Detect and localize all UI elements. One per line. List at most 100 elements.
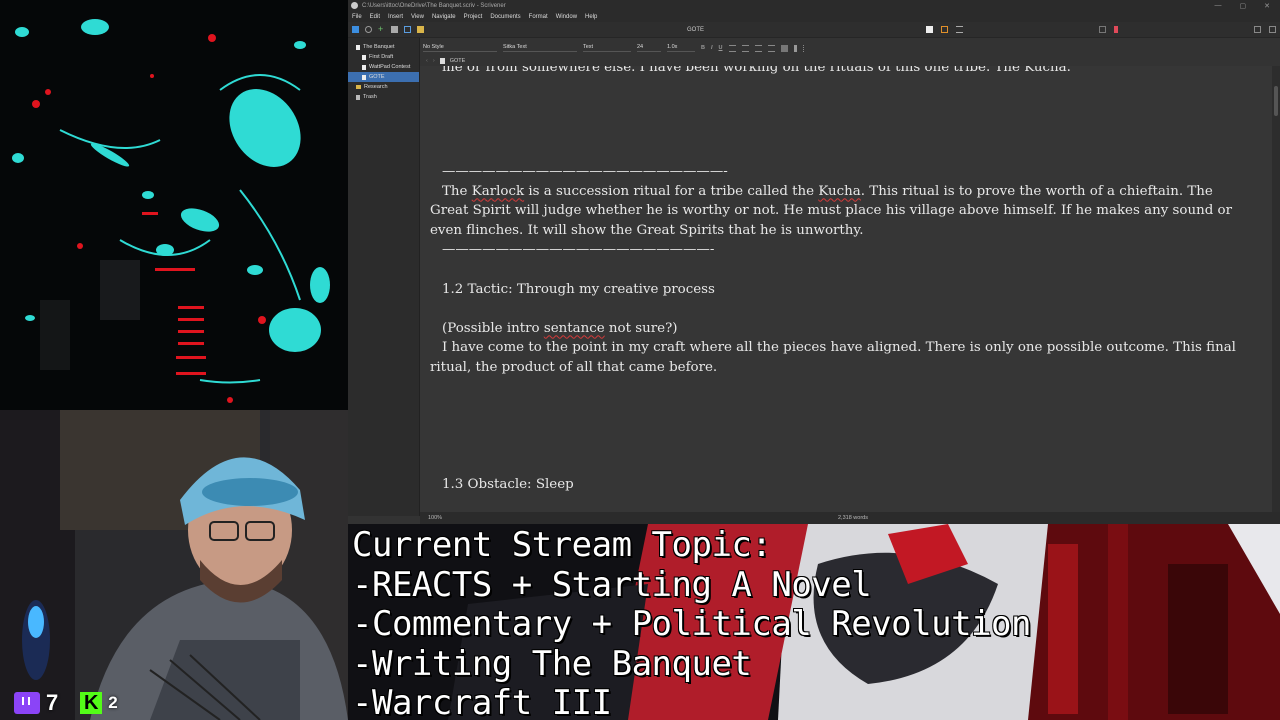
- document-header-title: GOTE: [449, 58, 466, 64]
- window-path-title: C:\Users\ittoc\OneDrive\The Banquet.scri…: [362, 2, 506, 9]
- maximize-button[interactable]: ▢: [1240, 2, 1247, 10]
- forward-arrow-icon[interactable]: ›: [433, 58, 435, 64]
- align-center-icon[interactable]: [741, 44, 749, 52]
- window-controls: — ▢ ✕: [1215, 2, 1280, 10]
- compile-icon[interactable]: [1099, 26, 1106, 33]
- trash-toolbar-icon[interactable]: [391, 26, 398, 33]
- menu-bar: File Edit Insert View Navigate Project D…: [348, 11, 1280, 22]
- menu-window[interactable]: Window: [556, 14, 577, 20]
- menu-edit[interactable]: Edit: [370, 14, 380, 20]
- editor-footer: 100% 2,318 words: [420, 512, 1280, 524]
- divider-line: —————————————————————-: [442, 163, 728, 179]
- close-button[interactable]: ✕: [1264, 2, 1270, 10]
- binder-item-the-banquet[interactable]: The Banquet: [348, 42, 419, 52]
- minimize-button[interactable]: —: [1215, 2, 1222, 10]
- add-icon[interactable]: +: [378, 25, 385, 34]
- document-icon: [362, 64, 366, 70]
- trash-icon: [356, 94, 360, 100]
- title-bar: C:\Users\ittoc\OneDrive\The Banquet.scri…: [348, 0, 1280, 11]
- craft-paragraph: I have come to the point in my craft whe…: [430, 340, 1241, 375]
- align-left-icon[interactable]: [728, 44, 736, 52]
- section-heading-1-3: 1.3 Obstacle: Sleep: [442, 477, 574, 493]
- line-spacing-select[interactable]: 1.0x: [667, 44, 695, 52]
- inspector-toggle-icon[interactable]: [1254, 26, 1261, 33]
- menu-help[interactable]: Help: [585, 14, 597, 20]
- back-arrow-icon[interactable]: ‹: [426, 58, 428, 64]
- scrivenings-view-icon[interactable]: [926, 26, 933, 33]
- align-right-icon[interactable]: [754, 44, 762, 52]
- misspelled-word: sentance: [543, 320, 605, 336]
- binder-toggle-icon[interactable]: [352, 26, 359, 33]
- binder-item-label: First Draft: [369, 54, 394, 60]
- typeface-select[interactable]: Text: [583, 44, 631, 52]
- stream-topic-banner: Current Stream Topic: -REACTS + Starting…: [348, 524, 1280, 720]
- binder-item-first-draft[interactable]: First Draft: [348, 52, 419, 62]
- binder-item-research[interactable]: Research: [348, 82, 419, 92]
- menu-insert[interactable]: Insert: [388, 14, 403, 20]
- snapshot-icon[interactable]: [417, 26, 424, 33]
- stream-art-panel: [0, 0, 348, 410]
- document-icon: [439, 58, 445, 64]
- binder-item-wattpad-contest[interactable]: WattPad Contest: [348, 62, 419, 72]
- menu-documents[interactable]: Documents: [490, 14, 520, 20]
- kick-counter: K 2: [80, 692, 118, 714]
- webcam-feed: [0, 410, 348, 720]
- stream-topic-item: -Writing The Banquet: [352, 643, 752, 684]
- editor-scrollbar[interactable]: [1272, 66, 1280, 512]
- justify-icon[interactable]: [767, 44, 775, 52]
- zoom-level[interactable]: 100%: [428, 515, 442, 521]
- binder-item-label: Research: [364, 84, 388, 90]
- binder-item-label: GOTE: [369, 74, 385, 80]
- scrollbar-thumb[interactable]: [1274, 86, 1278, 116]
- menu-navigate[interactable]: Navigate: [432, 14, 456, 20]
- menu-project[interactable]: Project: [464, 14, 483, 20]
- kick-viewer-count: 2: [108, 693, 118, 712]
- section-heading-1-2: 1.2 Tactic: Through my creative process: [442, 281, 715, 297]
- font-size-select[interactable]: 24: [637, 44, 661, 52]
- intro-note: (Possible intro sentance not sure?): [442, 320, 678, 336]
- bold-button[interactable]: B: [701, 45, 705, 51]
- twitch-viewer-count: 7: [46, 690, 59, 715]
- binder-item-label: WattPad Contest: [369, 64, 411, 70]
- binder-item-trash[interactable]: Trash: [348, 92, 419, 102]
- outliner-view-icon[interactable]: [956, 26, 963, 33]
- misspelled-word: Kucha: [818, 183, 861, 199]
- scrivener-window: C:\Users\ittoc\OneDrive\The Banquet.scri…: [348, 0, 1280, 524]
- menu-view[interactable]: View: [411, 14, 424, 20]
- binder-item-label: The Banquet: [363, 44, 395, 50]
- list-icon[interactable]: [802, 44, 810, 52]
- style-select[interactable]: No Style: [423, 44, 497, 52]
- highlight-icon[interactable]: [793, 44, 797, 52]
- document-icon: [356, 44, 360, 50]
- binder-panel: The Banquet First Draft WattPad Contest …: [348, 38, 420, 516]
- editor-text-area[interactable]: me or from somewhere else. I have been w…: [420, 66, 1272, 512]
- view-mode-group: [926, 26, 1276, 33]
- divider-line: ————————————————————-: [442, 242, 715, 258]
- font-select[interactable]: Sitka Text: [503, 44, 577, 52]
- twitch-icon: [14, 692, 40, 714]
- underline-button[interactable]: U: [719, 45, 723, 51]
- corkboard-view-icon[interactable]: [941, 26, 948, 33]
- document-icon: [362, 74, 366, 80]
- misspelled-word: Karlock: [471, 183, 525, 199]
- binder-item-gote[interactable]: GOTE: [348, 72, 419, 82]
- italic-button[interactable]: I: [711, 45, 713, 51]
- kick-icon: K: [80, 692, 103, 714]
- stream-topic-heading: Current Stream Topic:: [352, 525, 772, 565]
- binder-item-label: Trash: [363, 94, 377, 100]
- bookmark-icon[interactable]: [1114, 26, 1118, 33]
- folder-icon: [356, 85, 361, 89]
- quick-reference-icon[interactable]: [1269, 26, 1276, 33]
- stream-topic-item: -Commentary + Political Revolution: [352, 604, 1031, 644]
- menu-format[interactable]: Format: [529, 14, 548, 20]
- menu-file[interactable]: File: [352, 14, 362, 20]
- karlock-paragraph: The Karlock is a succession ritual for a…: [430, 183, 1237, 238]
- stream-topic-item: -REACTS + Starting A Novel: [352, 564, 872, 605]
- search-icon[interactable]: [365, 26, 372, 33]
- twitch-counter: 7: [14, 690, 58, 716]
- document-icon: [362, 54, 366, 60]
- word-count: 2,318 words: [838, 515, 868, 521]
- text-color-icon[interactable]: [780, 44, 788, 52]
- document-header: ‹ › GOTE: [420, 56, 1280, 66]
- link-icon[interactable]: [404, 26, 411, 33]
